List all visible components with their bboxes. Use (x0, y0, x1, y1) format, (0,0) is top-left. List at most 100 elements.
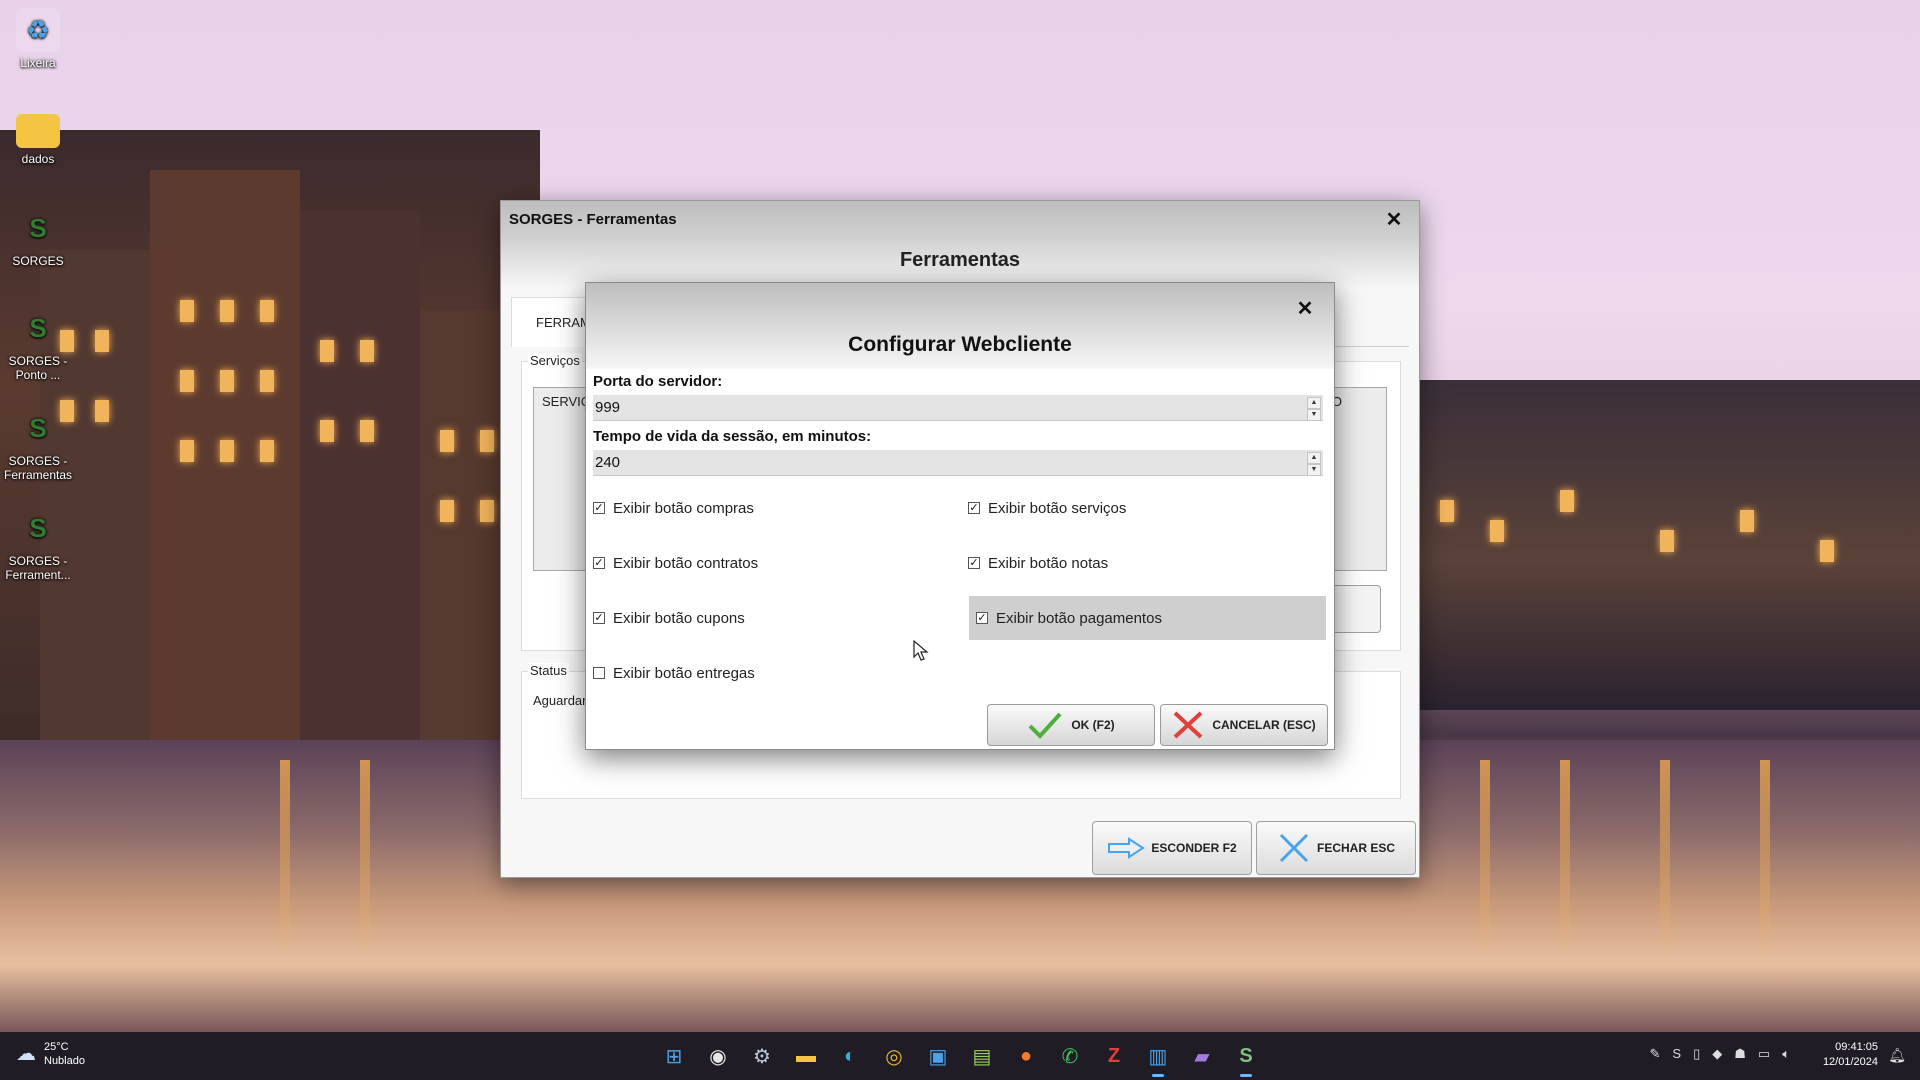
system-tray: ✎ S ▯ ◆ ☗ ▭ 🔈︎ (1650, 1046, 1791, 1062)
network-share-icon[interactable]: ☗ (1734, 1046, 1746, 1062)
session-label: Tempo de vida da sessão, em minutos: (593, 428, 872, 445)
dialog-close-icon[interactable]: ✕ (1288, 291, 1322, 325)
cancel-x-icon (1173, 711, 1203, 739)
services-group-label: Serviços (528, 353, 582, 368)
checkbox-pagamentos[interactable]: ✓ Exibir botão pagamentos (969, 596, 1326, 640)
spin-down-icon[interactable]: ▼ (1307, 464, 1321, 476)
sorges-app-icon: S (29, 513, 47, 543)
checkbox-notas[interactable]: ✓ Exibir botão notas (961, 541, 1318, 585)
spin-up-icon[interactable]: ▲ (1307, 397, 1321, 409)
session-spinbox[interactable]: 240 ▲ ▼ (593, 450, 1323, 476)
desktop-icon-sorges[interactable]: S SORGES (0, 206, 76, 268)
media-player-icon[interactable]: ▰ (1184, 1038, 1220, 1074)
weather-widget[interactable]: ☁ 25°C Nublado (16, 1040, 85, 1068)
sorges-app-icon: S (29, 313, 47, 343)
desktop-icon-label: Lixeira (20, 56, 56, 70)
checkbox-label: Exibir botão contratos (613, 554, 759, 572)
desktop-icon-dados[interactable]: dados (0, 108, 76, 166)
network-icon[interactable]: ▭ (1758, 1046, 1770, 1062)
mouse-cursor-icon (913, 640, 929, 661)
weather-desc: Nublado (44, 1055, 85, 1067)
whatsapp-icon[interactable]: ✆ (1052, 1038, 1088, 1074)
checkbox-checked-icon[interactable]: ✓ (593, 557, 605, 569)
main-close-icon[interactable]: ✕ (1377, 202, 1411, 236)
checkbox-cupons[interactable]: ✓ Exibir botão cupons (586, 596, 956, 640)
remote-desktop-icon[interactable]: ▣ (920, 1038, 956, 1074)
settings-icon[interactable]: ⚙ (744, 1038, 780, 1074)
main-header: Ferramentas (501, 237, 1419, 287)
clock-date: 12/01/2024 (1822, 1056, 1878, 1068)
session-spinner-arrows[interactable]: ▲ ▼ (1307, 452, 1321, 476)
desktop-icon-sorges-ferramentas-2[interactable]: S SORGES - Ferrament... (0, 506, 76, 582)
port-spinner-arrows[interactable]: ▲ ▼ (1307, 397, 1321, 421)
notification-bell-icon[interactable]: 🔔︎ (1888, 1047, 1906, 1064)
checkbox-compras[interactable]: ✓ Exibir botão compras (586, 486, 956, 530)
sorges-app-icon: S (29, 413, 47, 443)
checkbox-checked-icon[interactable]: ✓ (593, 502, 605, 514)
desktop-icon-label: SORGES - Ferramentas (3, 454, 73, 482)
wallpaper-buildings-left (0, 130, 540, 770)
checkbox-unchecked-icon[interactable] (593, 667, 605, 679)
ok-button[interactable]: OK (F2) (987, 704, 1155, 746)
cancel-button-label: CANCELAR (ESC) (1212, 718, 1316, 732)
checkbox-checked-icon[interactable]: ✓ (968, 557, 980, 569)
window-title: SORGES - Ferramentas (509, 210, 677, 228)
checkbox-entregas[interactable]: Exibir botão entregas (586, 651, 956, 695)
checkbox-checked-icon[interactable]: ✓ (976, 612, 988, 624)
checkbox-contratos[interactable]: ✓ Exibir botão contratos (586, 541, 956, 585)
taskbar-apps: ⊞ ◉ ⚙ ▬ ◐ ◎ ▣ ▤ ● ✆ Z ▥ ▰ S (656, 1038, 1264, 1077)
start-icon[interactable]: ⊞ (656, 1038, 692, 1074)
weather-temp: 25°C (44, 1041, 69, 1053)
close-button-label: FECHAR ESC (1316, 841, 1395, 855)
desktop-icon-label: SORGES (12, 254, 64, 268)
chrome-icon[interactable]: ◎ (876, 1038, 912, 1074)
steam-icon[interactable]: ◉ (700, 1038, 736, 1074)
checkbox-checked-icon[interactable]: ✓ (968, 502, 980, 514)
notepad-plus-icon[interactable]: ▤ (964, 1038, 1000, 1074)
usb-icon[interactable]: ▯ (1693, 1046, 1700, 1062)
port-value: 999 (595, 399, 621, 416)
desktop-icon-label: SORGES - Ponto ... (8, 354, 68, 382)
taskbar: ☁ 25°C Nublado ⊞ ◉ ⚙ ▬ ◐ ◎ ▣ ▤ ● ✆ Z ▥ ▰… (0, 1032, 1920, 1080)
checkmark-icon (1028, 712, 1062, 739)
services-action-button[interactable] (1331, 585, 1381, 633)
checkbox-checked-icon[interactable]: ✓ (593, 612, 605, 624)
wallpaper-buildings-right (1400, 380, 1920, 710)
dialog-header[interactable]: ✕ Configurar Webcliente (586, 283, 1334, 369)
notepad-icon[interactable]: ▥ (1140, 1038, 1176, 1077)
sorges-tray-icon[interactable]: S (1672, 1046, 1681, 1062)
sorges-app-icon: S (29, 213, 47, 243)
checkbox-label: Exibir botão serviços (988, 499, 1127, 517)
cancel-button[interactable]: CANCELAR (ESC) (1160, 704, 1328, 746)
desktop-icon-recycle-bin[interactable]: ♻ Lixeira (0, 8, 76, 70)
checkbox-label: Exibir botão cupons (613, 609, 745, 627)
file-explorer-icon[interactable]: ▬ (788, 1038, 824, 1074)
configurar-webcliente-dialog: ✕ Configurar Webcliente Porta do servido… (585, 282, 1335, 750)
main-titlebar[interactable]: SORGES - Ferramentas ✕ (501, 201, 1419, 237)
filezilla-icon[interactable]: Z (1096, 1038, 1132, 1074)
checkbox-servicos[interactable]: ✓ Exibir botão serviços (961, 486, 1318, 530)
dialog-title: Configurar Webcliente (848, 333, 1072, 356)
volume-icon[interactable]: 🔈︎ (1782, 1046, 1790, 1062)
security-icon[interactable]: ◆ (1712, 1046, 1722, 1062)
clock[interactable]: 09:41:05 12/01/2024 (1823, 1040, 1878, 1070)
checkbox-label: Exibir botão notas (988, 554, 1109, 572)
sorges-app-icon[interactable]: S (1228, 1038, 1264, 1077)
close-x-icon (1279, 833, 1309, 863)
firefox-icon[interactable]: ● (1008, 1038, 1044, 1074)
port-label: Porta do servidor: (593, 373, 723, 390)
spin-up-icon[interactable]: ▲ (1307, 452, 1321, 464)
session-value: 240 (595, 454, 621, 471)
close-button[interactable]: FECHAR ESC (1256, 821, 1416, 875)
folder-icon (16, 114, 60, 148)
ok-button-label: OK (F2) (1071, 718, 1115, 732)
edge-icon[interactable]: ◐ (832, 1038, 868, 1074)
desktop-icon-sorges-ponto[interactable]: S SORGES - Ponto ... (0, 306, 76, 382)
pen-icon[interactable]: ✎ (1650, 1046, 1661, 1062)
hide-button[interactable]: ESCONDER F2 (1092, 821, 1252, 875)
desktop-icon-sorges-ferramentas[interactable]: S SORGES - Ferramentas (0, 406, 76, 482)
spin-down-icon[interactable]: ▼ (1307, 409, 1321, 421)
cloud-icon: ☁ (16, 1043, 36, 1065)
port-spinbox[interactable]: 999 ▲ ▼ (593, 395, 1323, 421)
checkbox-label: Exibir botão compras (613, 499, 754, 517)
